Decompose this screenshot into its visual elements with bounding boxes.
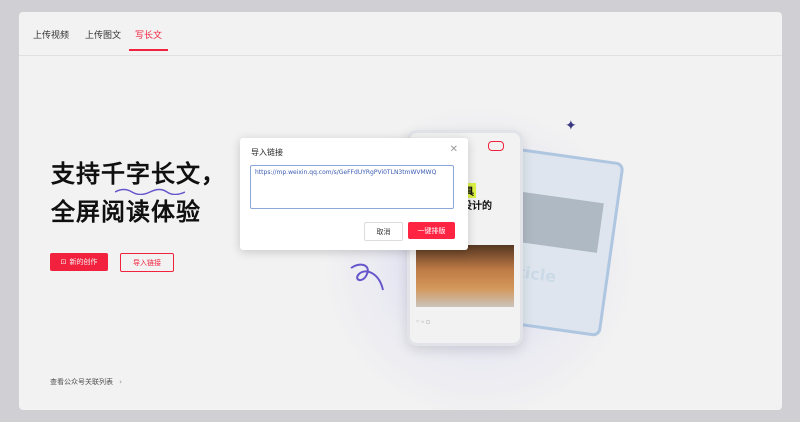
- cancel-button[interactable]: 取消: [364, 222, 403, 241]
- import-link-dialog: 导入链接 ✕ https://mp.weixin.qq.com/s/GeFFdU…: [240, 138, 468, 250]
- close-icon[interactable]: ✕: [450, 144, 458, 155]
- one-click-format-button[interactable]: 一键排版: [408, 222, 455, 239]
- dialog-title: 导入链接: [251, 148, 283, 157]
- link-input[interactable]: https://mp.weixin.qq.com/s/GeFFdUYRgPVi0…: [250, 165, 454, 209]
